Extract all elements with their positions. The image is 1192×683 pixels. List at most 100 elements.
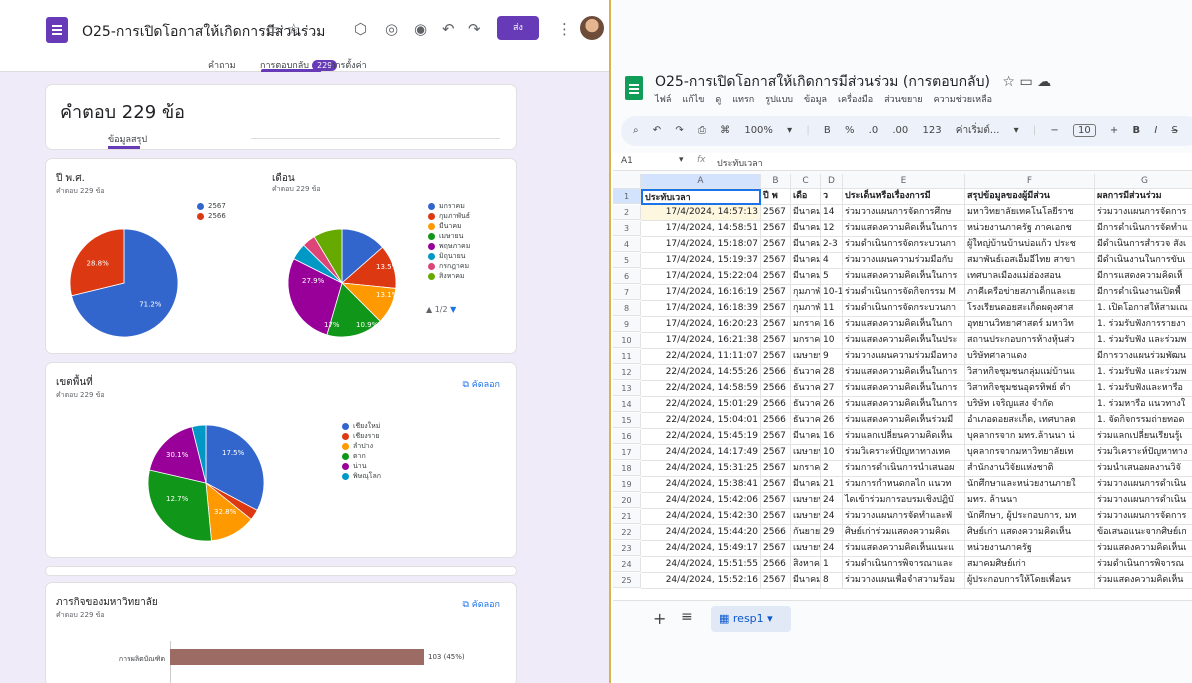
data-cell[interactable]: อำเภอดอยสะเก็ด, เทศบาลต — [965, 413, 1095, 429]
print-icon[interactable]: ⎙ — [698, 125, 706, 136]
data-cell[interactable]: 17/4/2024, 14:57:13 — [641, 205, 761, 221]
data-cell[interactable]: โรงเรียนดอยสะเก็ดผดุงศาส — [965, 301, 1095, 317]
data-cell[interactable]: 24/4/2024, 15:49:17 — [641, 541, 761, 557]
column-header[interactable]: G — [1095, 174, 1192, 189]
data-cell[interactable]: 2567 — [761, 541, 791, 557]
strikethrough-icon[interactable]: S̶ — [1171, 125, 1177, 136]
data-cell[interactable]: 17/4/2024, 16:18:39 — [641, 301, 761, 317]
data-cell[interactable]: มกราคม — [791, 461, 821, 477]
data-cell[interactable]: 26 — [821, 397, 843, 413]
data-cell[interactable]: 24/4/2024, 15:51:55 — [641, 557, 761, 573]
data-cell[interactable]: ธันวาคม — [791, 365, 821, 381]
bold-button[interactable]: B — [1133, 125, 1141, 136]
font-select[interactable]: ค่าเริ่มต์... ▾ — [956, 125, 1019, 136]
row-header[interactable]: 2 — [613, 205, 641, 220]
data-cell[interactable]: ร่วมแลกเปลี่ยนเรียนรู้เ — [1095, 429, 1192, 445]
menu-item[interactable]: ส่วนขยาย — [884, 95, 922, 105]
row-header[interactable]: 19 — [613, 477, 641, 492]
data-cell[interactable]: 24 — [821, 493, 843, 509]
data-cell[interactable]: ร่วมวางแผนความร่วมมือกับ — [843, 253, 965, 269]
data-cell[interactable]: ร่วมแสดงความคิดเห็นในกา — [843, 317, 965, 333]
data-cell[interactable]: 24/4/2024, 15:38:41 — [641, 477, 761, 493]
more-formats-button[interactable]: 123 — [922, 125, 941, 136]
row-header[interactable]: 9 — [613, 317, 641, 332]
data-cell[interactable]: 22/4/2024, 15:01:29 — [641, 397, 761, 413]
data-cell[interactable]: 22/4/2024, 14:58:59 — [641, 381, 761, 397]
header-cell[interactable]: ผลการมีส่วนร่วม — [1095, 189, 1192, 205]
column-header[interactable]: C — [791, 174, 821, 189]
data-cell[interactable]: 17/4/2024, 16:21:38 — [641, 333, 761, 349]
data-cell[interactable]: วิสาหกิจชุมชนกลุ่มแม่บ้านแ — [965, 365, 1095, 381]
data-cell[interactable]: ร่วมวางแผนการดำเนิน — [1095, 493, 1192, 509]
data-cell[interactable]: 2567 — [761, 333, 791, 349]
spreadsheet-grid[interactable]: A B C D E F G 1 ประทับเวลา ปี พเดือวประเด็นหรือเร… — [613, 174, 1192, 600]
data-cell[interactable]: 8 — [821, 573, 843, 589]
data-cell[interactable]: นักศึกษาและหน่วยงานภายใ — [965, 477, 1095, 493]
addon-icon[interactable]: ⬡ — [354, 20, 367, 38]
data-cell[interactable]: 26 — [821, 413, 843, 429]
decrease-font-size-icon[interactable]: − — [1050, 125, 1058, 136]
data-cell[interactable]: มีนาคม — [791, 429, 821, 445]
data-cell[interactable]: ข้อเสนอแนะจากศิษย์เก — [1095, 525, 1192, 541]
search-menus-icon[interactable]: ⌕ — [633, 125, 639, 136]
data-cell[interactable]: 1. ร่วมรับฟังและหารือ — [1095, 381, 1192, 397]
data-cell[interactable]: มีนาคม — [791, 205, 821, 221]
data-cell[interactable]: กันยายน — [791, 525, 821, 541]
data-cell[interactable]: 10 — [821, 445, 843, 461]
data-cell[interactable]: 2567 — [761, 253, 791, 269]
data-cell[interactable]: 2567 — [761, 301, 791, 317]
data-cell[interactable]: 2 — [821, 461, 843, 477]
data-cell[interactable]: 2567 — [761, 429, 791, 445]
data-cell[interactable]: ศิษย์เก่า แสดงความคิดเห็น — [965, 525, 1095, 541]
undo-icon[interactable]: ↶ — [653, 125, 661, 136]
data-cell[interactable]: 2566 — [761, 365, 791, 381]
row-header[interactable]: 25 — [613, 573, 641, 588]
data-cell[interactable]: มหาวิทยาลัยเทคโนโลยีราช — [965, 205, 1095, 221]
sheet-tab-resp1[interactable]: ▦ resp1 ▾ — [711, 606, 791, 632]
data-cell[interactable]: 22/4/2024, 15:45:19 — [641, 429, 761, 445]
data-cell[interactable]: ภาคีเครือข่ายสภาเด็กและเย — [965, 285, 1095, 301]
data-cell[interactable]: 1. ร่วมรับฟังการรายงา — [1095, 317, 1192, 333]
copy-chart-button[interactable]: ⧉ คัดลอก — [462, 377, 500, 391]
data-cell[interactable]: มีการดำเนินงานเปิดพื้ — [1095, 285, 1192, 301]
row-header[interactable]: 13 — [613, 381, 641, 396]
data-cell[interactable]: 17/4/2024, 15:19:37 — [641, 253, 761, 269]
copy-chart-button[interactable]: ⧉ คัดลอก — [462, 597, 500, 611]
data-cell[interactable]: เมษายน — [791, 445, 821, 461]
data-cell[interactable]: มีดำเนินการสำรวจ สังเ — [1095, 237, 1192, 253]
data-cell[interactable]: ธันวาคม — [791, 397, 821, 413]
italic-button[interactable]: I — [1154, 125, 1157, 136]
row-header[interactable]: 7 — [613, 285, 641, 300]
data-cell[interactable]: 24 — [821, 509, 843, 525]
row-header[interactable]: 5 — [613, 253, 641, 268]
data-cell[interactable]: 17/4/2024, 16:16:19 — [641, 285, 761, 301]
row-header[interactable]: 18 — [613, 461, 641, 476]
bold-icon[interactable]: B — [824, 125, 831, 136]
data-cell[interactable]: กุมภาพั — [791, 301, 821, 317]
column-header[interactable]: E — [843, 174, 965, 189]
data-cell[interactable]: มทร. ล้านนา — [965, 493, 1095, 509]
move-icon[interactable]: ▭ — [1019, 74, 1032, 90]
data-cell[interactable]: 1. เปิดโอกาสให้สามเณ — [1095, 301, 1192, 317]
row-header[interactable]: 3 — [613, 221, 641, 236]
header-cell[interactable]: ว — [821, 189, 843, 205]
data-cell[interactable]: มกราคม — [791, 333, 821, 349]
data-cell[interactable]: 16 — [821, 317, 843, 333]
data-cell[interactable]: มีนาคม — [791, 253, 821, 269]
decrease-decimal-button[interactable]: .0 — [869, 125, 879, 136]
data-cell[interactable]: มีนาคม — [791, 573, 821, 589]
data-cell[interactable]: 11 — [821, 301, 843, 317]
data-cell[interactable]: นักศึกษา, ผู้ประกอบการ, มท — [965, 509, 1095, 525]
data-cell[interactable]: บริษัท เจริญแสง จำกัด — [965, 397, 1095, 413]
row-header[interactable]: 15 — [613, 413, 641, 428]
data-cell[interactable]: 2567 — [761, 509, 791, 525]
data-cell[interactable]: เมษายน — [791, 349, 821, 365]
data-cell[interactable]: ร่วมวางแผนการจัดการ — [1095, 509, 1192, 525]
data-cell[interactable]: 2567 — [761, 493, 791, 509]
data-cell[interactable]: ร่วมวางแผนการจัดการ — [1095, 205, 1192, 221]
column-header[interactable]: A — [641, 174, 761, 189]
data-cell[interactable]: 2567 — [761, 477, 791, 493]
data-cell[interactable]: มีนาคม — [791, 237, 821, 253]
data-cell[interactable]: สิงหาคม — [791, 557, 821, 573]
data-cell[interactable]: มกราคม — [791, 317, 821, 333]
